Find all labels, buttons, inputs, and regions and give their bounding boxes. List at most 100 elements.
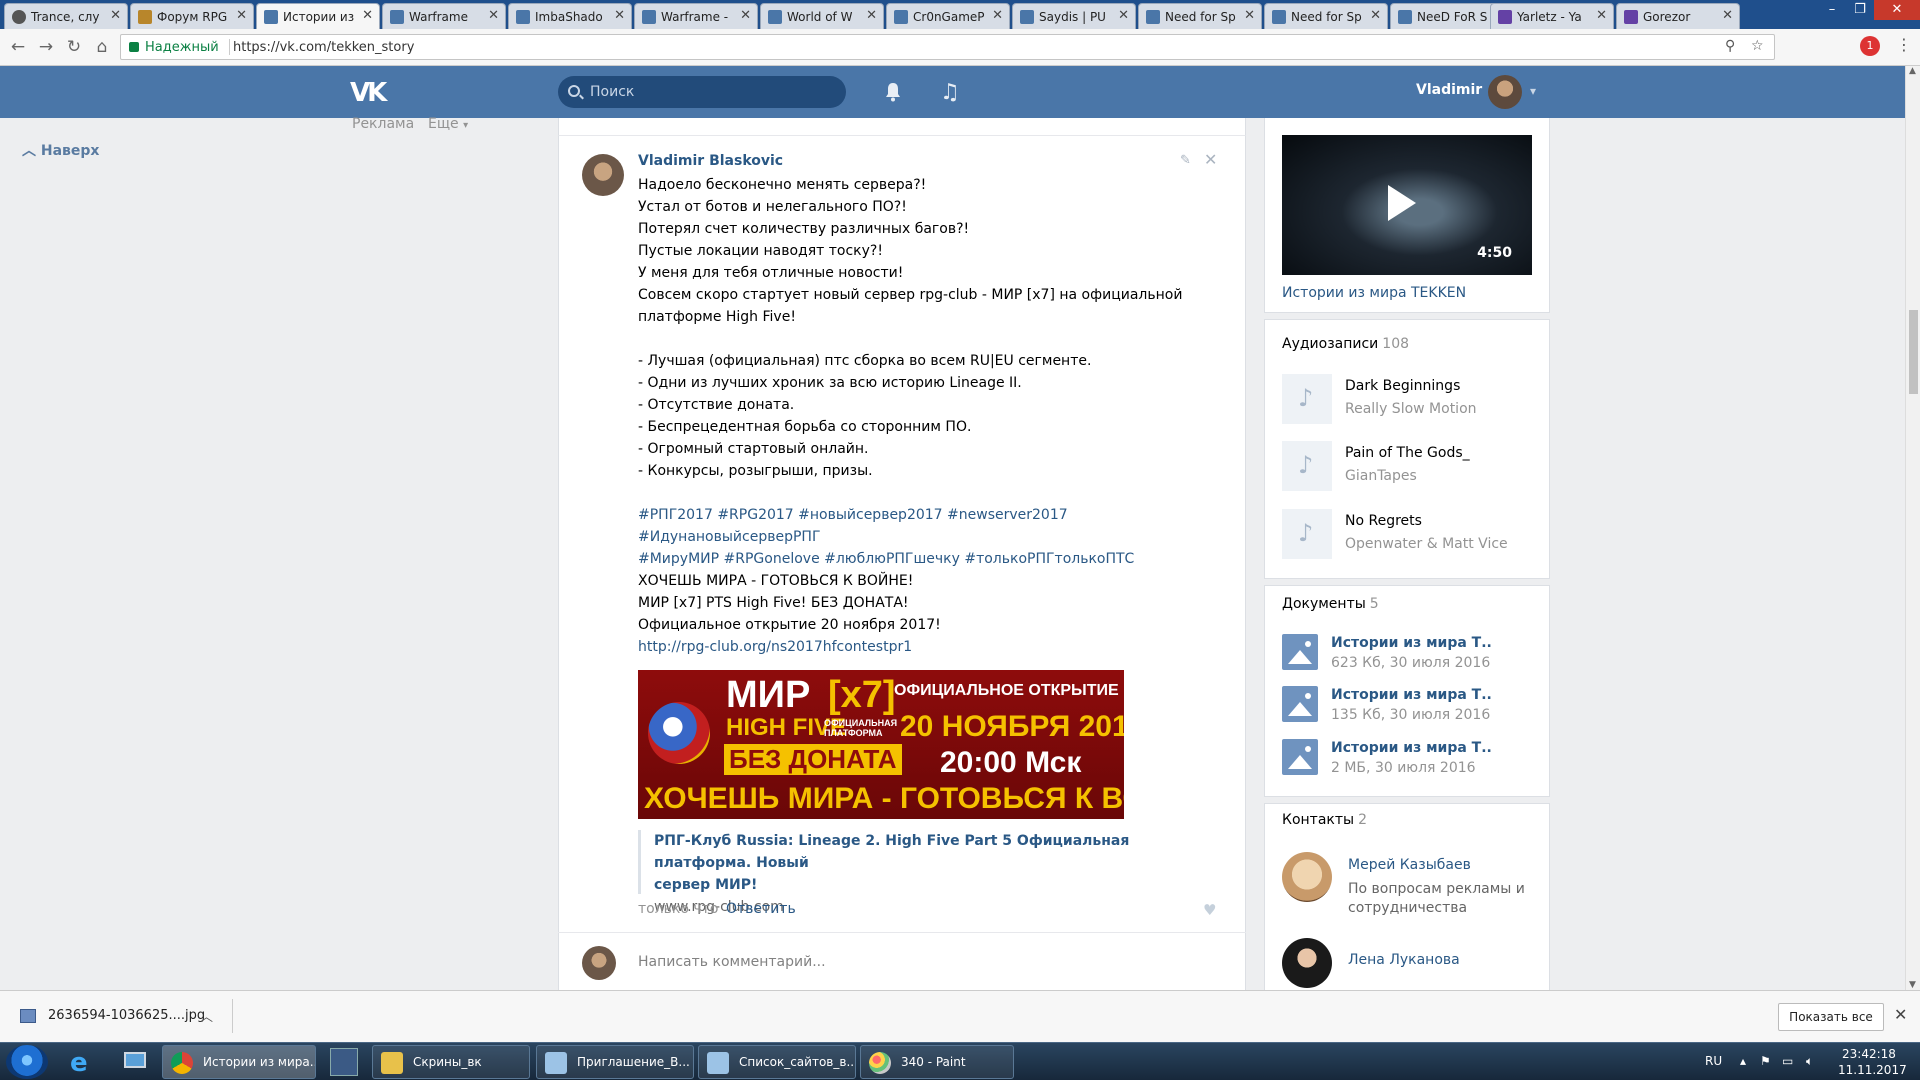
heart-icon[interactable]: ♥ (1203, 901, 1216, 919)
zoom-icon[interactable]: ⚲ (1725, 38, 1735, 54)
taskbar-item-folder[interactable]: Скрины_вк (372, 1045, 530, 1079)
hashtag-line[interactable]: #МируМИР #RPGonelove #люблюРПГшечку #тол… (638, 548, 1228, 570)
image-doc-icon[interactable] (1282, 686, 1318, 722)
search-box[interactable] (558, 76, 846, 108)
maximize-icon[interactable]: ❐ (1846, 0, 1874, 20)
browser-tab[interactable]: Warframe - ✕ (634, 3, 758, 29)
download-filename[interactable]: 2636594-1036625....jpg (48, 1008, 205, 1023)
comment-input[interactable] (638, 950, 1198, 974)
internet-explorer-icon[interactable]: e (62, 1046, 106, 1078)
contacts-section-header[interactable]: Контакты 2 (1282, 812, 1367, 828)
scroll-down-icon[interactable]: ▼ (1909, 980, 1916, 990)
avatar[interactable] (1282, 938, 1332, 988)
contact-name[interactable]: Мерей Казыбаев (1348, 857, 1471, 873)
audio-cover[interactable]: ♪ (1282, 441, 1332, 491)
browser-tab-active[interactable]: Истории из ✕ (256, 3, 380, 29)
browser-tab[interactable]: Need for Sp ✕ (1264, 3, 1388, 29)
extension-icon[interactable]: 1 (1860, 36, 1880, 56)
vk-logo[interactable]: VK (350, 78, 392, 108)
audio-cover[interactable]: ♪ (1282, 374, 1332, 424)
more-link[interactable]: Еще ▾ (428, 116, 468, 132)
browser-tab[interactable]: Yarletz - Ya ✕ (1490, 3, 1614, 29)
language-indicator[interactable]: RU (1705, 1054, 1722, 1068)
avatar[interactable] (1282, 852, 1332, 902)
docs-section-header[interactable]: Документы 5 (1282, 596, 1379, 612)
computer-icon[interactable] (112, 1046, 156, 1078)
hashtag-line[interactable]: #ИдунановыйсерверРПГ (638, 526, 1228, 548)
search-input[interactable] (590, 80, 830, 104)
image-doc-icon[interactable] (1282, 634, 1318, 670)
close-tab-icon[interactable]: ✕ (614, 8, 625, 23)
browser-tab[interactable]: Gorezor ✕ (1616, 3, 1740, 29)
play-icon[interactable] (1388, 185, 1416, 221)
browser-tab[interactable]: Saydis | PU ✕ (1012, 3, 1136, 29)
back-to-top-button[interactable]: ︿ Наверх (22, 140, 99, 160)
avatar[interactable] (582, 154, 624, 196)
close-tab-icon[interactable]: ✕ (740, 8, 751, 23)
audio-title[interactable]: Dark Beginnings (1345, 378, 1460, 394)
close-tab-icon[interactable]: ✕ (1118, 8, 1129, 23)
close-tab-icon[interactable]: ✕ (866, 8, 877, 23)
close-icon[interactable]: ✕ (1204, 150, 1217, 169)
close-tab-icon[interactable]: ✕ (1244, 8, 1255, 23)
page-scrollbar[interactable]: ▲ ▼ (1905, 66, 1920, 990)
browser-tab[interactable]: Форум RPG ✕ (130, 3, 254, 29)
audio-artist[interactable]: Openwater & Matt Vice (1345, 536, 1508, 552)
audio-artist[interactable]: GianTapes (1345, 468, 1417, 484)
chevron-up-icon[interactable]: ︿ (200, 1006, 213, 1025)
address-bar[interactable]: Надежный https://vk.com/tekken_story ⚲ ☆ (120, 34, 1775, 60)
audio-cover[interactable]: ♪ (1282, 509, 1332, 559)
contact-name[interactable]: Лена Луканова (1348, 952, 1460, 968)
app-icon[interactable] (326, 1046, 362, 1078)
volume-icon[interactable]: 🔈︎ (1806, 1054, 1813, 1069)
doc-title[interactable]: Истории из мира Т.. (1331, 740, 1492, 756)
scroll-thumb[interactable] (1909, 310, 1918, 394)
post-time[interactable]: только что (638, 901, 718, 917)
taskbar-item-notepad[interactable]: Список_сайтов_в... (698, 1045, 856, 1079)
start-button[interactable] (6, 1045, 48, 1079)
browser-tab[interactable]: Warframe ✕ (382, 3, 506, 29)
browser-tab[interactable]: Need for Sp ✕ (1138, 3, 1262, 29)
url-text[interactable]: https://vk.com/tekken_story (233, 40, 414, 55)
close-tab-icon[interactable]: ✕ (1596, 8, 1607, 23)
video-thumbnail[interactable]: 4:50 (1282, 135, 1532, 275)
hashtag-line[interactable]: #РПГ2017 #RPG2017 #новыйсервер2017 #news… (638, 504, 1228, 526)
forward-icon[interactable]: → (36, 37, 56, 57)
avatar[interactable] (1488, 75, 1522, 109)
bell-icon[interactable] (884, 82, 902, 102)
close-tab-icon[interactable]: ✕ (110, 8, 121, 23)
edit-icon[interactable]: ✎ (1180, 153, 1191, 168)
doc-title[interactable]: Истории из мира Т.. (1331, 635, 1492, 651)
network-icon[interactable]: ▭ (1782, 1054, 1793, 1068)
post-banner-image[interactable]: МИР [x7] HIGH FIVE ОФИЦИАЛЬНАЯ ПЛАТФОРМА… (638, 670, 1124, 819)
taskbar-item-notepad[interactable]: Приглашение_В... (536, 1045, 694, 1079)
image-doc-icon[interactable] (1282, 739, 1318, 775)
close-tab-icon[interactable]: ✕ (362, 8, 373, 23)
back-icon[interactable]: ← (8, 37, 28, 57)
chevron-down-icon[interactable]: ▾ (1530, 84, 1536, 98)
home-icon[interactable]: ⌂ (92, 37, 112, 57)
browser-tab[interactable]: World of W ✕ (760, 3, 884, 29)
star-icon[interactable]: ☆ (1751, 38, 1764, 54)
audio-title[interactable]: Pain of The Gods_ (1345, 445, 1470, 461)
clock-time[interactable]: 23:42:18 (1842, 1047, 1896, 1061)
close-tab-icon[interactable]: ✕ (992, 8, 1003, 23)
link-title[interactable]: РПГ-Клуб Russia: Lineage 2. High Five Pa… (654, 830, 1228, 896)
audio-section-header[interactable]: Аудиозаписи 108 (1282, 336, 1409, 352)
menu-icon[interactable]: ⋮ (1896, 35, 1912, 54)
clock-date[interactable]: 11.11.2017 (1838, 1063, 1907, 1077)
ads-link[interactable]: Реклама (352, 116, 414, 132)
reply-button[interactable]: Ответить (726, 901, 796, 917)
link-snippet[interactable]: РПГ-Клуб Russia: Lineage 2. High Five Pa… (638, 830, 1228, 915)
browser-tab[interactable]: ImbaShado ✕ (508, 3, 632, 29)
close-tab-icon[interactable]: ✕ (1370, 8, 1381, 23)
browser-tab[interactable]: Trance, слу ✕ (4, 3, 128, 29)
audio-title[interactable]: No Regrets (1345, 513, 1422, 529)
show-hidden-icons-icon[interactable]: ▴ (1740, 1054, 1746, 1068)
close-tab-icon[interactable]: ✕ (1722, 8, 1733, 23)
minimize-icon[interactable]: – (1818, 0, 1846, 20)
close-icon[interactable]: ✕ (1894, 1005, 1907, 1024)
video-title[interactable]: Истории из мира TEKKEN (1282, 285, 1466, 301)
close-tab-icon[interactable]: ✕ (488, 8, 499, 23)
scroll-up-icon[interactable]: ▲ (1909, 66, 1916, 76)
